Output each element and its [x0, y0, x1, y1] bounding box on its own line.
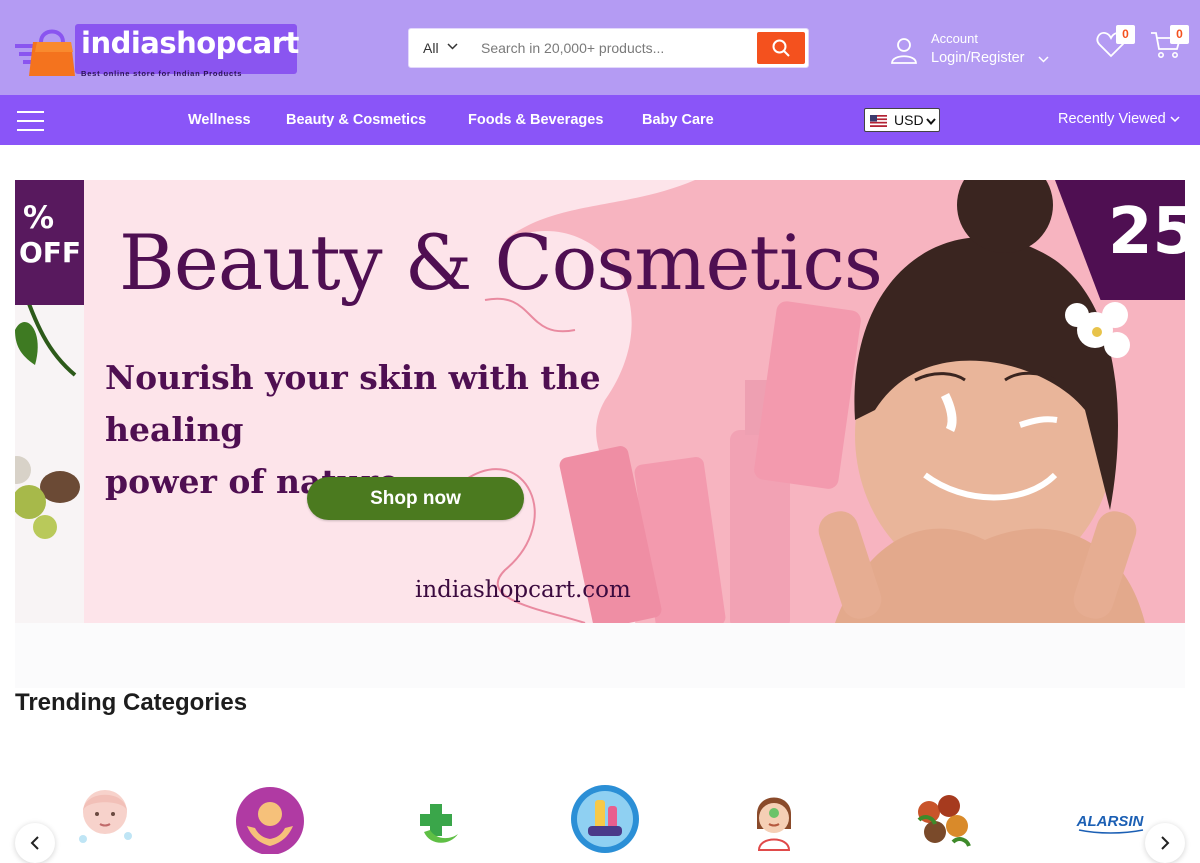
cart-button[interactable]: 0 — [1150, 25, 1190, 64]
logo-tagline: Best online store for Indian Products — [81, 69, 243, 78]
header-top-bar: indiashopcart Best online store for Indi… — [0, 0, 1200, 95]
search-button[interactable] — [757, 32, 805, 64]
currency-select[interactable]: USD — [864, 108, 940, 132]
svg-text:ALARSIN: ALARSIN — [1076, 813, 1145, 830]
nav-item-foods-beverages[interactable]: Foods & Beverages — [468, 112, 603, 128]
chevron-down-icon — [1170, 116, 1180, 123]
percent-symbol: % — [23, 200, 55, 236]
shop-now-button[interactable]: Shop now — [307, 477, 524, 520]
section-spacer — [15, 623, 1185, 688]
menu-icon[interactable] — [17, 111, 44, 131]
login-register-link[interactable]: Login/Register — [931, 50, 1025, 66]
search-icon — [772, 39, 790, 57]
herbal-health-icon — [420, 804, 458, 843]
search-bar: All — [408, 28, 809, 68]
chevron-right-icon — [1161, 836, 1170, 850]
chevron-down-icon — [926, 118, 936, 126]
spices-icon — [917, 795, 971, 847]
cosmetics-icon — [571, 785, 639, 853]
carousel-next-button[interactable] — [1145, 823, 1185, 863]
search-category-label: All — [423, 40, 439, 56]
baby-care-icon — [236, 787, 304, 855]
category-face-care[interactable] — [737, 784, 811, 854]
recently-viewed-menu[interactable]: Recently Viewed — [1058, 111, 1180, 127]
hero-title: Beauty & Cosmetics — [119, 218, 883, 307]
wishlist-count-badge: 0 — [1116, 25, 1135, 44]
nav-item-beauty-cosmetics[interactable]: Beauty & Cosmetics — [286, 112, 426, 128]
account-label: Account — [931, 31, 978, 46]
discount-value: 25 — [1107, 195, 1185, 269]
nav-item-baby-care[interactable]: Baby Care — [642, 112, 714, 128]
user-icon — [891, 38, 917, 64]
shopping-bag-logo-icon — [15, 29, 75, 76]
category-spices[interactable] — [905, 784, 979, 854]
wishlist-button[interactable]: 0 — [1096, 25, 1135, 64]
carousel-prev-button[interactable] — [15, 823, 55, 863]
chevron-down-icon — [1038, 56, 1049, 63]
hero-left-strip: % OFF — [15, 180, 84, 623]
logo-text: indiashopcart — [81, 26, 299, 60]
recently-viewed-label: Recently Viewed — [1058, 111, 1166, 127]
main-nav-bar: Wellness Beauty & Cosmetics Foods & Beve… — [0, 95, 1200, 145]
category-face-wash[interactable] — [68, 784, 142, 854]
nav-item-wellness[interactable]: Wellness — [188, 112, 251, 128]
chevron-down-icon — [447, 43, 458, 50]
us-flag-icon — [870, 115, 887, 127]
chevron-left-icon — [30, 836, 39, 850]
cart-count-badge: 0 — [1170, 25, 1189, 44]
currency-label: USD — [894, 112, 924, 128]
face-care-icon — [757, 797, 791, 851]
hero-subtitle-line1: Nourish your skin with the healing — [105, 358, 601, 449]
discount-tag: % OFF — [15, 180, 84, 305]
search-input[interactable] — [469, 33, 755, 63]
category-cosmetics[interactable] — [568, 784, 642, 854]
alarsin-brand-logo: ALARSIN — [1076, 813, 1145, 834]
face-wash-icon — [79, 790, 132, 843]
hero-url: indiashopcart.com — [415, 577, 631, 603]
search-category-select[interactable]: All — [409, 29, 467, 67]
category-alarsin[interactable]: ALARSIN — [1073, 784, 1147, 854]
category-herbal-health[interactable] — [400, 784, 474, 854]
trending-categories-title: Trending Categories — [15, 689, 248, 716]
hero-banner[interactable]: % OFF 25 Beauty & Cosmetics Nourish your… — [15, 180, 1185, 623]
off-text: OFF — [19, 236, 82, 269]
site-logo[interactable]: indiashopcart Best online store for Indi… — [15, 18, 300, 80]
account-menu[interactable]: Account Login/Register — [890, 28, 1060, 72]
category-baby-care[interactable] — [233, 784, 307, 855]
